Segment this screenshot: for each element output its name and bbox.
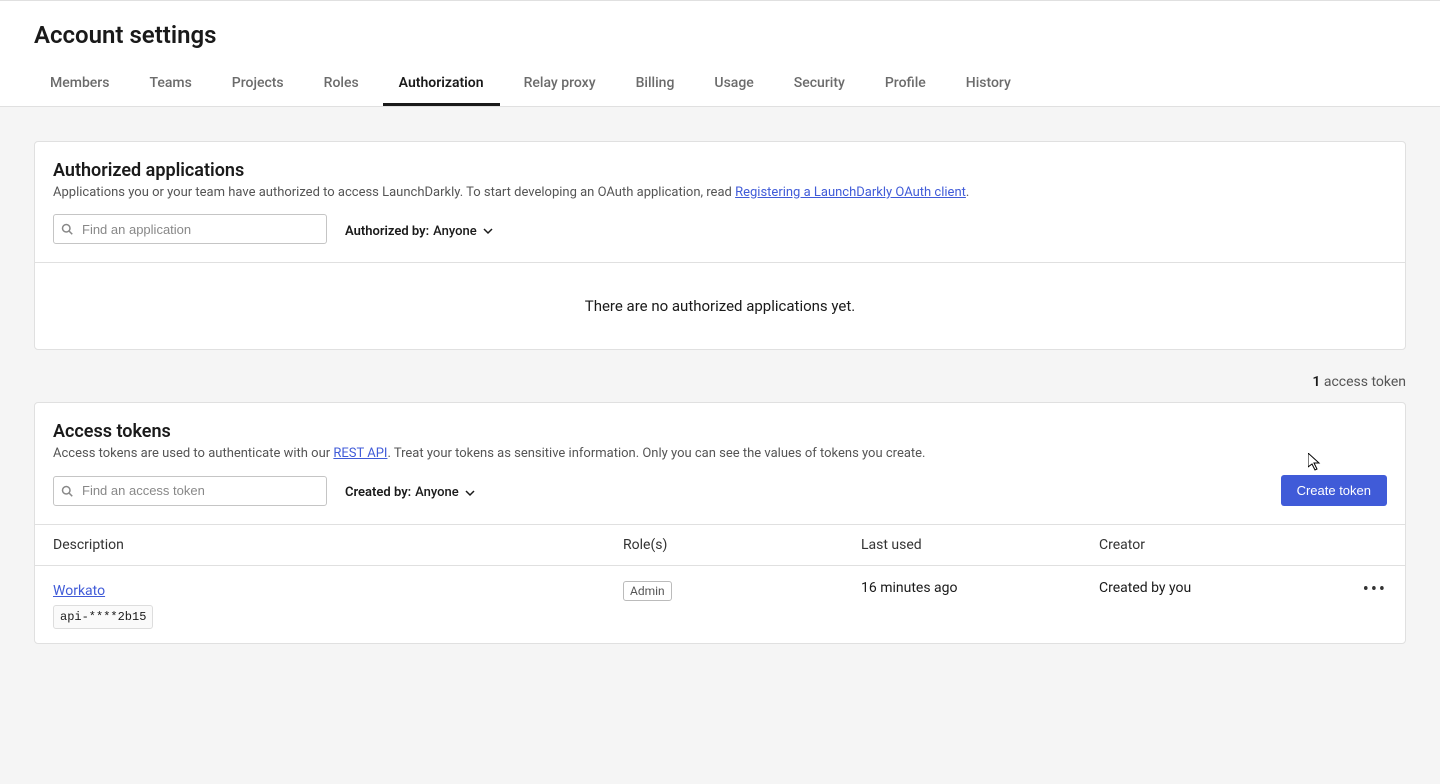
oauth-client-link[interactable]: Registering a LaunchDarkly OAuth client — [735, 185, 966, 200]
created-by-label: Created by: — [345, 485, 411, 500]
cell-last-used: 16 minutes ago — [861, 580, 1099, 596]
app-search-wrap — [53, 214, 327, 244]
access-tokens-header: Access tokens Access tokens are used to … — [35, 403, 1405, 524]
table-row: Workato api-****2b15 Admin 16 minutes ag… — [35, 566, 1405, 643]
cell-roles: Admin — [623, 580, 861, 601]
tokens-desc-prefix: Access tokens are used to authenticate w… — [53, 446, 333, 461]
cell-description: Workato api-****2b15 — [53, 580, 623, 629]
tab-projects[interactable]: Projects — [216, 63, 300, 106]
column-creator: Creator — [1099, 537, 1347, 553]
page-header: Account settings Members Teams Projects … — [0, 0, 1440, 107]
created-by-value: Anyone — [415, 485, 475, 500]
tab-authorization[interactable]: Authorization — [383, 63, 500, 106]
search-icon — [61, 485, 73, 497]
authorized-by-label: Authorized by: — [345, 224, 429, 239]
access-tokens-title: Access tokens — [53, 421, 1387, 442]
chevron-down-icon — [465, 488, 475, 498]
tab-history[interactable]: History — [950, 63, 1027, 106]
nav-tabs: Members Teams Projects Roles Authorizati… — [0, 63, 1440, 106]
app-search-input[interactable] — [53, 214, 327, 244]
page-title: Account settings — [0, 1, 1440, 63]
access-tokens-desc: Access tokens are used to authenticate w… — [53, 446, 1387, 461]
token-search-wrap — [53, 476, 327, 506]
tab-members[interactable]: Members — [34, 63, 125, 106]
tab-teams[interactable]: Teams — [133, 63, 207, 106]
tab-billing[interactable]: Billing — [620, 63, 691, 106]
column-description: Description — [53, 537, 623, 553]
created-by-value-text: Anyone — [415, 485, 459, 500]
authorized-by-value-text: Anyone — [433, 224, 477, 239]
tab-relay-proxy[interactable]: Relay proxy — [508, 63, 612, 106]
token-search-input[interactable] — [53, 476, 327, 506]
access-tokens-card: Access tokens Access tokens are used to … — [34, 402, 1406, 644]
tab-profile[interactable]: Profile — [869, 63, 942, 106]
authorized-apps-desc-prefix: Applications you or your team have autho… — [53, 185, 735, 200]
tab-usage[interactable]: Usage — [698, 63, 769, 106]
more-actions-icon[interactable]: ••• — [1363, 579, 1387, 600]
create-token-button[interactable]: Create token — [1281, 475, 1387, 506]
authorized-apps-card: Authorized applications Applications you… — [34, 141, 1406, 350]
token-count-line: 1 access token — [34, 374, 1406, 390]
token-count-label: access token — [1320, 374, 1406, 390]
tokens-table-head: Description Role(s) Last used Creator — [35, 525, 1405, 566]
column-last-used: Last used — [861, 537, 1099, 553]
authorized-apps-empty: There are no authorized applications yet… — [35, 262, 1405, 349]
column-roles: Role(s) — [623, 537, 861, 553]
cell-creator: Created by you — [1099, 580, 1347, 596]
tab-security[interactable]: Security — [778, 63, 861, 106]
tab-roles[interactable]: Roles — [308, 63, 375, 106]
authorized-by-value: Anyone — [433, 224, 493, 239]
chevron-down-icon — [483, 226, 493, 236]
rest-api-link[interactable]: REST API — [333, 446, 387, 461]
token-name-link[interactable]: Workato — [53, 583, 105, 599]
authorized-apps-header: Authorized applications Applications you… — [35, 142, 1405, 262]
authorized-apps-title: Authorized applications — [53, 160, 1387, 181]
main-content: Authorized applications Applications you… — [0, 107, 1440, 702]
tokens-controls-left: Created by: Anyone — [53, 476, 475, 506]
role-badge: Admin — [623, 581, 672, 601]
cell-actions: ••• — [1347, 580, 1387, 599]
tokens-controls: Created by: Anyone Create token — [53, 475, 1387, 506]
authorized-apps-controls: Authorized by: Anyone — [53, 214, 1387, 244]
tokens-desc-suffix: . Treat your tokens as sensitive informa… — [387, 446, 925, 461]
column-actions — [1347, 537, 1387, 553]
search-icon — [61, 223, 73, 235]
authorized-apps-desc-suffix: . — [966, 185, 969, 200]
authorized-apps-desc: Applications you or your team have autho… — [53, 185, 1387, 200]
token-id-badge: api-****2b15 — [53, 605, 153, 629]
created-by-filter[interactable]: Created by: Anyone — [345, 481, 475, 500]
tokens-table: Description Role(s) Last used Creator Wo… — [35, 524, 1405, 643]
authorized-by-filter[interactable]: Authorized by: Anyone — [345, 220, 493, 239]
